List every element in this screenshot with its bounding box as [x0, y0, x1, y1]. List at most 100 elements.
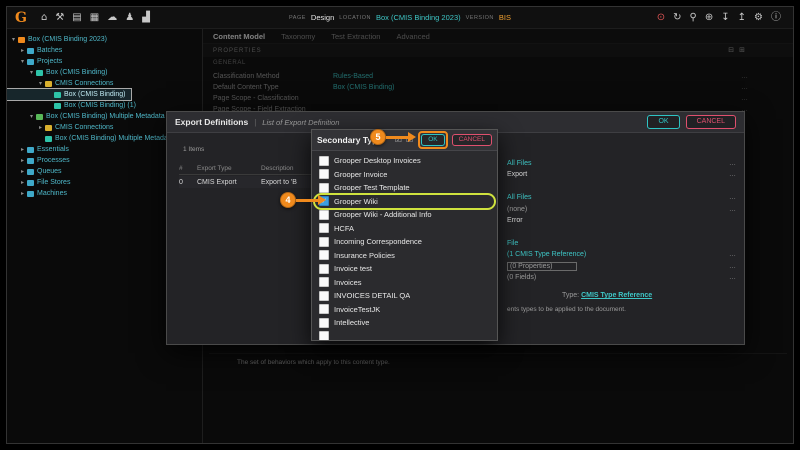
dialog-property-row[interactable]	[507, 226, 736, 237]
secondary-type-option[interactable]	[315, 330, 494, 341]
search-icon[interactable]: ⚲	[690, 13, 697, 23]
tree-item[interactable]: ▾Box (CMIS Binding) Multiple Metadata	[7, 111, 171, 122]
secondary-type-option[interactable]: Grooper Test Template	[315, 181, 494, 195]
save-icon[interactable]: ▤	[72, 13, 81, 23]
info-icon[interactable]: ⓘ	[771, 13, 781, 23]
tree-item[interactable]: ▾Projects	[7, 56, 68, 67]
checkbox[interactable]	[319, 264, 329, 274]
dialog-property-more-button[interactable]: …	[729, 194, 736, 201]
secondary-type-option[interactable]: INVOICES DETAIL QA	[315, 289, 494, 303]
checkbox[interactable]	[319, 169, 329, 179]
secondary-type-option[interactable]: Insurance Policies	[315, 249, 494, 263]
dialog-property-row[interactable]: Error	[507, 215, 736, 226]
power-icon[interactable]: ⊙	[657, 13, 665, 23]
refresh-icon[interactable]: ↻	[673, 13, 681, 23]
popup-ok-button[interactable]: OK	[421, 134, 444, 146]
checkbox[interactable]	[319, 291, 329, 301]
zoom-icon[interactable]: ⊕	[705, 13, 713, 23]
tree-expander-icon[interactable]: ▸	[18, 168, 27, 175]
secondary-type-option[interactable]: HCFA	[315, 222, 494, 236]
dialog-property-more-button[interactable]: …	[729, 160, 736, 167]
tree-item[interactable]: ▸Essentials	[7, 144, 75, 155]
checkbox[interactable]	[319, 304, 329, 314]
version-value[interactable]: BIS	[499, 13, 511, 22]
secondary-type-option[interactable]: InvoiceTestJK	[315, 303, 494, 317]
dialog-property-row[interactable]: All Files…	[507, 192, 736, 203]
checkbox[interactable]	[319, 277, 329, 287]
tree-expander-icon[interactable]: ▾	[27, 69, 36, 76]
property-description-text: ents types to be applied to the document…	[507, 306, 732, 313]
tree-item[interactable]: ▸Machines	[7, 188, 73, 199]
tree-expander-icon[interactable]: ▾	[27, 113, 36, 120]
tree-item[interactable]: ▸Batches	[7, 45, 68, 56]
tree-expander-icon[interactable]: ▸	[18, 190, 27, 197]
tree-item[interactable]: ▸CMIS Connections	[7, 122, 119, 133]
tree-expander-icon[interactable]: ▸	[18, 157, 27, 164]
popup-cancel-button[interactable]: CANCEL	[452, 134, 492, 146]
checkbox[interactable]	[319, 223, 329, 233]
tree-expander-icon[interactable]: ▾	[9, 36, 18, 43]
users-icon[interactable]: ♟	[125, 13, 134, 23]
dialog-property-more-button[interactable]: …	[729, 263, 736, 270]
dialog-property-more-button[interactable]: …	[729, 251, 736, 258]
tree-item[interactable]: ▾Box (CMIS Binding)	[7, 67, 113, 78]
dialog-property-row[interactable]: All Files…	[507, 158, 736, 169]
secondary-type-option[interactable]: Grooper Desktop Invoices	[315, 154, 494, 168]
checkbox[interactable]	[319, 210, 329, 220]
location-value[interactable]: Box (CMIS Binding 2023)	[376, 13, 461, 22]
tree-item[interactable]: ▾CMIS Connections	[7, 78, 119, 89]
checkbox[interactable]	[319, 156, 329, 166]
secondary-type-option[interactable]: Intellective	[315, 316, 494, 330]
upload-icon[interactable]: ↥	[738, 13, 746, 23]
tree-expander-icon[interactable]: ▾	[36, 80, 45, 87]
secondary-type-option[interactable]: Grooper Wiki - Additional Info	[315, 208, 494, 222]
dialog-property-row[interactable]: Export…	[507, 169, 736, 180]
dialog-property-row[interactable]: (0 Fields)…	[507, 272, 736, 283]
tree-item[interactable]: Box (CMIS Binding)	[7, 89, 131, 100]
tree-item[interactable]: Box (CMIS Binding) Multiple Metadata	[7, 133, 180, 144]
dialog-property-more-button[interactable]: …	[729, 274, 736, 281]
dialog-ok-button[interactable]: OK	[647, 115, 679, 129]
home-icon[interactable]: ⌂	[41, 13, 47, 23]
secondary-type-option[interactable]: Incoming Correspondence	[315, 235, 494, 249]
checkbox[interactable]	[319, 237, 329, 247]
dialog-cancel-button[interactable]: CANCEL	[686, 115, 736, 129]
dialog-property-row[interactable]: File	[507, 238, 736, 249]
tree-item[interactable]: ▸Queues	[7, 166, 68, 177]
secondary-type-option[interactable]: Grooper Invoice	[315, 168, 494, 182]
tree-expander-icon[interactable]: ▸	[36, 124, 45, 131]
batches-icon[interactable]: ▦	[90, 13, 99, 23]
checkbox[interactable]	[319, 250, 329, 260]
dialog-property-more-button[interactable]: …	[729, 206, 736, 213]
tree-item[interactable]: ▸Processes	[7, 155, 76, 166]
tree-item[interactable]: ▾Box (CMIS Binding 2023)	[7, 34, 113, 45]
tree-item[interactable]: Box (CMIS Binding) (1)	[7, 100, 142, 111]
type-reference-link[interactable]: CMIS Type Reference	[581, 292, 652, 299]
download-icon[interactable]: ↧	[721, 13, 729, 23]
settings-icon[interactable]: ⚙	[754, 13, 763, 23]
node-icon	[27, 180, 34, 186]
tree-expander-icon[interactable]: ▸	[18, 179, 27, 186]
checkbox[interactable]	[319, 318, 329, 328]
page-value[interactable]: Design	[311, 13, 334, 22]
dialog-property-row[interactable]: (0 Properties)…	[507, 261, 736, 272]
cloud-icon[interactable]: ☁	[107, 13, 117, 23]
tree-expander-icon[interactable]: ▸	[18, 146, 27, 153]
column-header-number[interactable]: #	[179, 165, 197, 172]
tree-expander-icon[interactable]: ▾	[18, 58, 27, 65]
checkbox[interactable]	[319, 331, 329, 340]
dialog-property-row[interactable]: (none)…	[507, 204, 736, 215]
dialog-property-row[interactable]: (1 CMIS Type Reference)…	[507, 249, 736, 260]
secondary-type-option[interactable]: Invoices	[315, 276, 494, 290]
checkbox[interactable]	[319, 183, 329, 193]
secondary-type-option[interactable]: ✓Grooper Wiki	[315, 195, 494, 209]
secondary-type-option[interactable]: Invoice test	[315, 262, 494, 276]
tree-item-label: File Stores	[37, 179, 70, 186]
dialog-property-row[interactable]	[507, 181, 736, 192]
stats-icon[interactable]: ▟	[142, 13, 150, 23]
dialog-property-more-button[interactable]: …	[729, 171, 736, 178]
tree-expander-icon[interactable]: ▸	[18, 47, 27, 54]
tools-icon[interactable]: ⚒	[55, 13, 64, 23]
column-header-export-type[interactable]: Export Type	[197, 165, 261, 172]
tree-item[interactable]: ▸ File Stores	[7, 177, 76, 188]
